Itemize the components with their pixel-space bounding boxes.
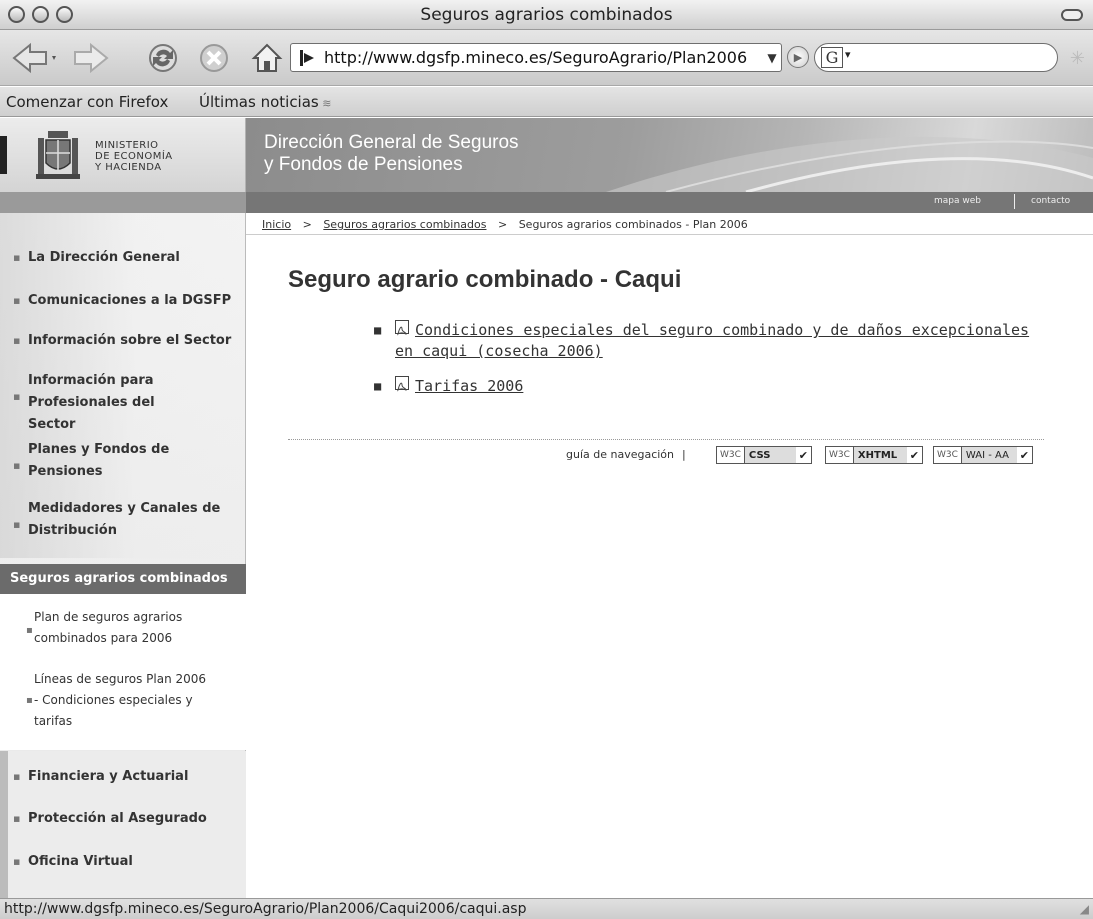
sidebar-item-oficina-virtual[interactable]: ▪ Oficina Virtual bbox=[13, 851, 238, 873]
navigation-guide-link[interactable]: guía de navegación bbox=[566, 448, 674, 461]
status-text: http://www.dgsfp.mineco.es/SeguroAgrario… bbox=[4, 901, 527, 917]
window-titlebar: Seguros agrarios combinados bbox=[0, 0, 1093, 30]
sidebar-item-planes-fondos[interactable]: ▪ Planes y Fondos de Pensiones bbox=[13, 439, 178, 483]
document-list: ■ Condiciones especiales del seguro comb… bbox=[374, 320, 1045, 411]
url-text[interactable]: http://www.dgsfp.mineco.es/SeguroAgrario… bbox=[318, 48, 763, 67]
breadcrumb-inicio[interactable]: Inicio bbox=[262, 218, 291, 231]
chevron-down-icon[interactable]: ▼ bbox=[763, 51, 781, 65]
logo-bar bbox=[0, 136, 7, 174]
checkmark-icon: ✔ bbox=[1019, 448, 1029, 462]
sidebar-item-comunicaciones[interactable]: ▪ Comunicaciones a la DGSFP bbox=[13, 290, 238, 312]
badge-label: WAI - AA bbox=[961, 447, 1017, 463]
subnav-left bbox=[0, 192, 246, 213]
resize-grip-icon[interactable]: ◢ bbox=[1080, 902, 1089, 916]
badge-label: CSS bbox=[744, 447, 796, 463]
status-bar: http://www.dgsfp.mineco.es/SeguroAgrario… bbox=[0, 898, 1093, 919]
header-subnav: mapa web contacto bbox=[0, 192, 1093, 213]
search-engine-dropdown-icon[interactable]: ▾ bbox=[845, 48, 851, 61]
wai-validation-badge[interactable]: W3C WAI - AA ✔ bbox=[933, 446, 1033, 464]
sidebar-lower: ▪ Financiera y Actuarial ▪ Protección al A… bbox=[0, 751, 246, 898]
sidebar-subitem-lineas-plan-2006[interactable]: ▪ Líneas de seguros Plan 2006 - Condicion… bbox=[26, 669, 214, 732]
list-item: ■ Tarifas 2006 bbox=[374, 376, 1045, 397]
condiciones-especiales-link[interactable]: Condiciones especiales del seguro combin… bbox=[395, 321, 1029, 360]
xhtml-validation-badge[interactable]: W3C XHTML ✔ bbox=[825, 446, 923, 464]
bookmark-comenzar[interactable]: Comenzar con Firefox bbox=[6, 93, 168, 111]
page-favicon bbox=[296, 48, 318, 68]
reload-icon[interactable] bbox=[143, 42, 183, 74]
contact-link[interactable]: contacto bbox=[1031, 196, 1070, 206]
back-arrow-icon[interactable] bbox=[8, 42, 62, 74]
header-banner: Dirección General de Seguros y Fondos de… bbox=[246, 118, 1093, 192]
ministry-logo[interactable]: MINISTERIO DE ECONOMÍA Y HACIENDA bbox=[0, 118, 246, 192]
breadcrumb-divider bbox=[246, 234, 1093, 235]
pdf-icon bbox=[395, 320, 409, 336]
bookmarks-bar: Comenzar con Firefox Últimas noticias ≋ bbox=[0, 87, 1093, 117]
directorate-title: Dirección General de Seguros y Fondos de… bbox=[264, 132, 519, 175]
list-item: ■ Condiciones especiales del seguro comb… bbox=[374, 320, 1045, 362]
footer-separator: | bbox=[682, 448, 686, 461]
subnav-divider bbox=[1014, 194, 1015, 209]
content-divider bbox=[288, 439, 1044, 440]
sidebar-submenu: ▪ Plan de seguros agrarios combinados par… bbox=[0, 594, 246, 750]
tarifas-link[interactable]: Tarifas 2006 bbox=[415, 377, 523, 395]
w3c-logo: W3C bbox=[826, 447, 854, 463]
w3c-logo: W3C bbox=[717, 447, 745, 463]
sidebar-item-financiera[interactable]: ▪ Financiera y Actuarial bbox=[13, 766, 238, 788]
sidebar-item-mediadores[interactable]: ▪ Medidadores y Canales de Distribución bbox=[13, 498, 228, 542]
ministry-name: MINISTERIO DE ECONOMÍA Y HACIENDA bbox=[95, 140, 173, 173]
checkmark-icon: ✔ bbox=[909, 448, 919, 462]
forward-arrow-icon[interactable] bbox=[70, 42, 114, 74]
site-header: MINISTERIO DE ECONOMÍA Y HACIENDA Direcc… bbox=[0, 118, 1093, 192]
home-icon[interactable] bbox=[250, 42, 284, 74]
navigation-toolbar: http://www.dgsfp.mineco.es/SeguroAgrario… bbox=[0, 30, 1093, 86]
page-title: Seguro agrario combinado - Caqui bbox=[288, 266, 682, 293]
breadcrumb-separator: > bbox=[497, 218, 508, 231]
badge-label: XHTML bbox=[853, 447, 907, 463]
sidebar-item-seguros-agrarios[interactable]: Seguros agrarios combinados bbox=[0, 564, 246, 594]
site-map-link[interactable]: mapa web bbox=[934, 196, 981, 206]
footer-nav: guía de navegación | bbox=[566, 448, 694, 461]
breadcrumb-seguros-agrarios[interactable]: Seguros agrarios combinados bbox=[323, 218, 486, 231]
sidebar: ▪ La Dirección General ▪ Comunicaciones a … bbox=[0, 213, 246, 898]
url-bar[interactable]: http://www.dgsfp.mineco.es/SeguroAgrario… bbox=[290, 43, 782, 72]
checkmark-icon: ✔ bbox=[798, 448, 808, 462]
bullet: ■ bbox=[374, 323, 382, 337]
sidebar-subitem-plan-2006[interactable]: ▪ Plan de seguros agrarios combinados par… bbox=[26, 607, 204, 649]
breadcrumb-current: Seguros agrarios combinados - Plan 2006 bbox=[518, 218, 748, 231]
pdf-icon bbox=[395, 376, 409, 392]
sidebar-item-direccion-general[interactable]: ▪ La Dirección General bbox=[13, 247, 238, 269]
stop-icon[interactable] bbox=[196, 42, 232, 74]
breadcrumb-separator: > bbox=[302, 218, 312, 231]
bookmark-ultimas-noticias[interactable]: Últimas noticias ≋ bbox=[199, 93, 331, 111]
bullet: ■ bbox=[374, 379, 382, 393]
rss-icon: ≋ bbox=[318, 97, 332, 110]
search-bar[interactable]: G ▾ bbox=[814, 43, 1058, 72]
css-validation-badge[interactable]: W3C CSS ✔ bbox=[716, 446, 812, 464]
window-title: Seguros agrarios combinados bbox=[420, 5, 673, 25]
loading-spinner-icon: ✳ bbox=[1069, 48, 1085, 69]
w3c-logo: W3C bbox=[934, 447, 962, 463]
toolbar-toggle-button[interactable] bbox=[1061, 9, 1083, 21]
google-icon[interactable]: G bbox=[821, 47, 843, 68]
coat-of-arms-icon bbox=[36, 131, 80, 179]
sidebar-item-informacion-sector[interactable]: ▪ Información sobre el Sector bbox=[13, 330, 238, 352]
sidebar-item-profesionales[interactable]: ▪ Información para Profesionales del Sect… bbox=[13, 370, 178, 436]
breadcrumb: Inicio > Seguros agrarios combinados > S… bbox=[262, 218, 748, 231]
sidebar-item-proteccion[interactable]: ▪ Protección al Asegurado bbox=[13, 808, 238, 830]
go-icon[interactable]: ▶ bbox=[787, 46, 809, 68]
